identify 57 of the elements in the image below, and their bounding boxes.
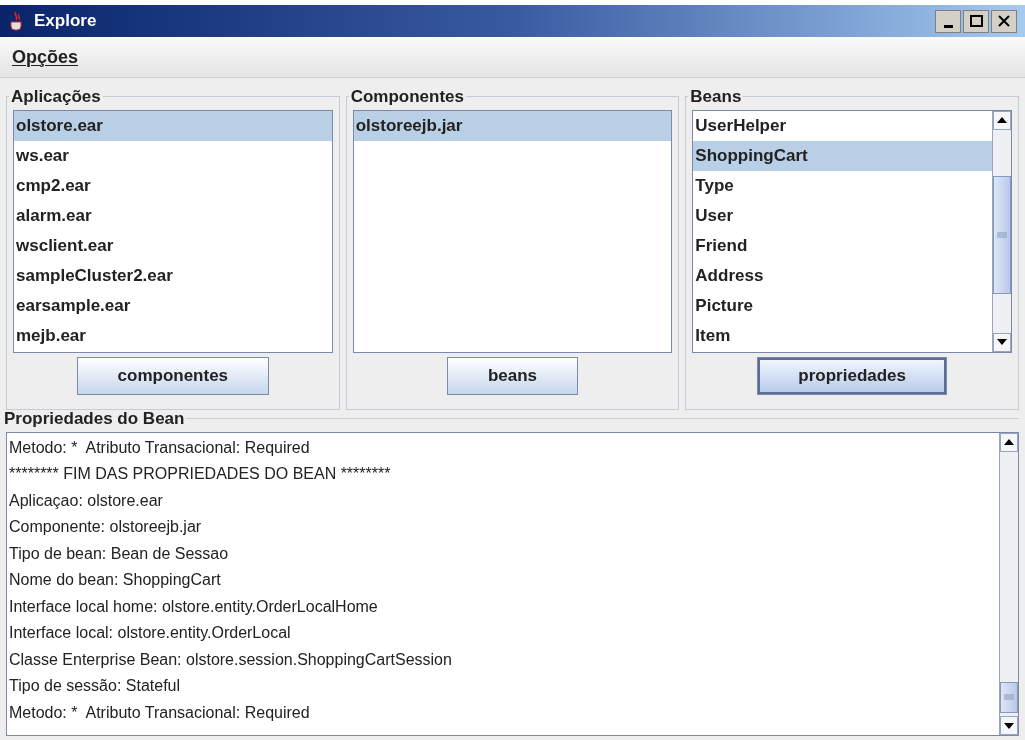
scroll-down-button[interactable] bbox=[1000, 716, 1018, 735]
close-icon bbox=[998, 15, 1010, 27]
list-item[interactable]: alarm.ear bbox=[14, 200, 332, 231]
property-line: Interface local: olstore.entity.OrderLocal bbox=[9, 623, 292, 643]
list-item[interactable]: User bbox=[693, 200, 992, 231]
scroll-up-button[interactable] bbox=[993, 110, 1011, 130]
down-arrow-icon bbox=[1004, 722, 1014, 729]
list-item[interactable]: mejb.ear bbox=[14, 320, 332, 351]
panel-title: Componentes bbox=[349, 86, 465, 108]
action-button[interactable]: propriedades bbox=[757, 356, 948, 395]
down-arrow-icon bbox=[997, 339, 1007, 345]
list-item[interactable]: earsample.ear bbox=[14, 290, 332, 321]
scroll-down-button[interactable] bbox=[993, 332, 1011, 352]
menu-item[interactable]: Opções bbox=[12, 43, 79, 71]
up-arrow-icon bbox=[1004, 439, 1014, 445]
scrollbar[interactable] bbox=[999, 432, 1018, 735]
minimize-button[interactable] bbox=[935, 9, 961, 33]
panel-title: Beans bbox=[689, 86, 743, 108]
property-line: Tipo de sessão: Stateful bbox=[9, 676, 182, 696]
property-line: Aplicaçao: olstore.ear bbox=[9, 490, 164, 511]
list-item[interactable]: Type bbox=[693, 170, 992, 201]
scroll-up-button[interactable] bbox=[1000, 432, 1018, 452]
property-line: Tipo de bean: Bean de Sessao bbox=[9, 543, 230, 564]
scroll-thumb[interactable] bbox=[1000, 681, 1018, 714]
panel-title: Propriedades do Bean bbox=[3, 408, 186, 430]
list-item[interactable]: ShoppingCart bbox=[693, 140, 992, 171]
list-item[interactable]: Picture bbox=[693, 290, 992, 321]
maximize-icon bbox=[969, 15, 983, 27]
list-item[interactable]: Item bbox=[693, 320, 992, 351]
list-item[interactable]: cmp2.ear bbox=[14, 170, 332, 201]
list-item[interactable]: ws.ear bbox=[14, 140, 332, 171]
property-line: Nome do bean: ShoppingCart bbox=[9, 570, 222, 590]
maximize-button[interactable] bbox=[963, 9, 989, 33]
list-item[interactable]: olstoreejb.jar bbox=[353, 110, 672, 141]
property-line: ******** FIM DAS PROPRIEDADES DO BEAN ******** bbox=[9, 464, 392, 484]
list-item[interactable]: UserHelper bbox=[693, 110, 992, 141]
minimize-icon bbox=[943, 24, 953, 28]
action-button[interactable]: componentes bbox=[76, 356, 270, 395]
property-line: Metodo: * Atributo Transacional: Required bbox=[9, 702, 311, 723]
property-line: Metodo: * Atributo Transacional: Required bbox=[9, 437, 311, 458]
window-title: Explore bbox=[34, 10, 97, 33]
list-item[interactable]: Address bbox=[693, 260, 992, 291]
close-button[interactable] bbox=[991, 9, 1017, 33]
grip-icon bbox=[1004, 694, 1014, 701]
property-line: Componente: olstoreejb.jar bbox=[9, 517, 203, 537]
property-line: Classe Enterprise Bean: olstore.session.ShoppingCartSession bbox=[9, 649, 453, 670]
scroll-thumb[interactable] bbox=[993, 176, 1011, 294]
property-line: Interface local home: olstore.entity.OrderLocalHome bbox=[9, 596, 379, 617]
panel-title: Aplicações bbox=[10, 86, 102, 108]
list-item[interactable]: sampleCluster2.ear bbox=[14, 260, 332, 291]
action-button[interactable]: beans bbox=[446, 356, 579, 395]
list-item[interactable]: olstore.ear bbox=[14, 110, 332, 141]
up-arrow-icon bbox=[997, 117, 1007, 123]
list-item[interactable]: Friend bbox=[693, 230, 992, 261]
grip-icon bbox=[997, 232, 1007, 239]
list-item[interactable]: wsclient.ear bbox=[14, 230, 332, 261]
scrollbar[interactable] bbox=[992, 110, 1011, 352]
